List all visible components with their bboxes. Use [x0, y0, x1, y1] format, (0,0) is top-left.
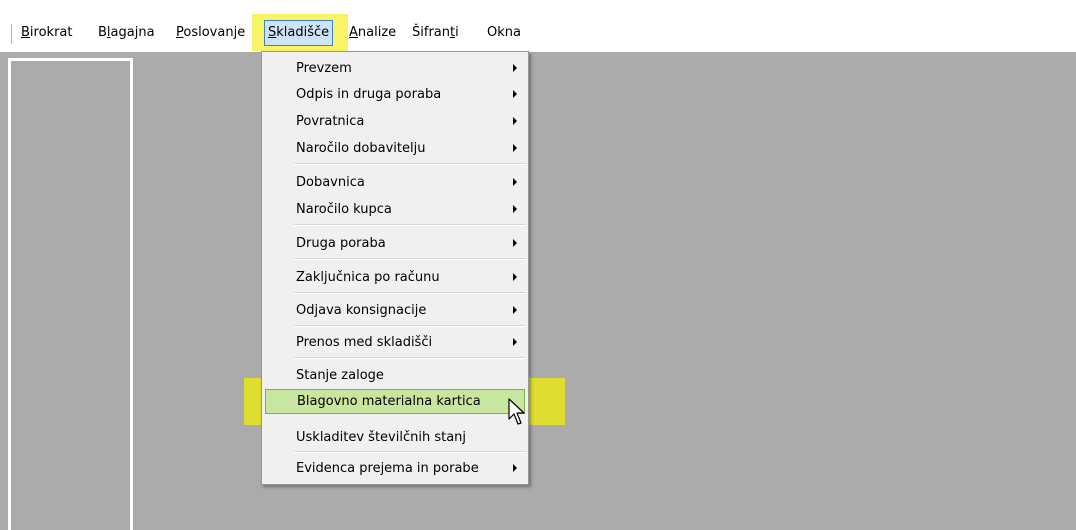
- menu-poslovanje[interactable]: Poslovanje: [176, 21, 245, 45]
- submenu-arrow-icon: [513, 239, 517, 247]
- menu-item-narocilo-kupca[interactable]: Naročilo kupca: [265, 197, 525, 222]
- menu-item-dobavnica[interactable]: Dobavnica: [265, 170, 525, 195]
- submenu-arrow-icon: [513, 464, 517, 472]
- submenu-arrow-icon: [513, 117, 517, 125]
- menu-item-odjava-konsignacije[interactable]: Odjava konsignacije: [265, 298, 525, 323]
- menu-separator: [294, 163, 526, 165]
- submenu-arrow-icon: [513, 338, 517, 346]
- submenu-arrow-icon: [513, 273, 517, 281]
- submenu-arrow-icon: [513, 90, 517, 98]
- submenu-arrow-icon: [513, 306, 517, 314]
- menu-okna[interactable]: Okna: [487, 21, 521, 45]
- menu-skladisce[interactable]: Skladišče: [264, 20, 334, 46]
- menu-item-povratnica[interactable]: Povratnica: [265, 109, 525, 134]
- menu-item-uskladitev[interactable]: Uskladitev številčnih stanj: [265, 425, 525, 450]
- menu-item-druga-poraba[interactable]: Druga poraba: [265, 231, 525, 256]
- mdi-workspace: [0, 52, 1076, 530]
- menu-bar: Birokrat Blagajna Poslovanje Skladišče A…: [0, 0, 1076, 52]
- skladisce-dropdown-menu: Prevzem Odpis in druga poraba Povratnica…: [261, 51, 529, 485]
- menu-item-odpis[interactable]: Odpis in druga poraba: [265, 82, 525, 107]
- menu-blagajna[interactable]: Blagajna: [98, 21, 155, 45]
- menu-birokrat[interactable]: Birokrat: [21, 21, 72, 45]
- menu-separator: [294, 224, 526, 226]
- menu-separator: [294, 292, 526, 294]
- menu-sifranti[interactable]: Šifranti: [412, 21, 459, 45]
- menu-item-prenos-med-skladisci[interactable]: Prenos med skladišči: [265, 330, 525, 355]
- submenu-arrow-icon: [513, 64, 517, 72]
- submenu-arrow-icon: [513, 205, 517, 213]
- mouse-pointer-icon: [508, 398, 525, 425]
- submenu-arrow-icon: [513, 178, 517, 186]
- menu-separator: [294, 258, 526, 260]
- menu-separator: [294, 325, 526, 327]
- menu-item-prevzem[interactable]: Prevzem: [265, 56, 525, 81]
- menu-item-stanje-zaloge[interactable]: Stanje zaloge: [265, 363, 525, 388]
- menu-separator: [294, 357, 526, 359]
- menu-item-blagovno-materialna-kartica[interactable]: Blagovno materialna kartica: [265, 389, 525, 414]
- left-panel: [8, 58, 133, 530]
- menu-item-zakljucnica[interactable]: Zaključnica po računu: [265, 265, 525, 290]
- menu-bar-grip: [11, 24, 14, 44]
- menu-analize[interactable]: Analize: [349, 21, 396, 45]
- menu-item-evidenca[interactable]: Evidenca prejema in porabe: [265, 456, 525, 481]
- menu-separator: [294, 451, 526, 453]
- submenu-arrow-icon: [513, 144, 517, 152]
- menu-item-narocilo-dobavitelju[interactable]: Naročilo dobavitelju: [265, 136, 525, 161]
